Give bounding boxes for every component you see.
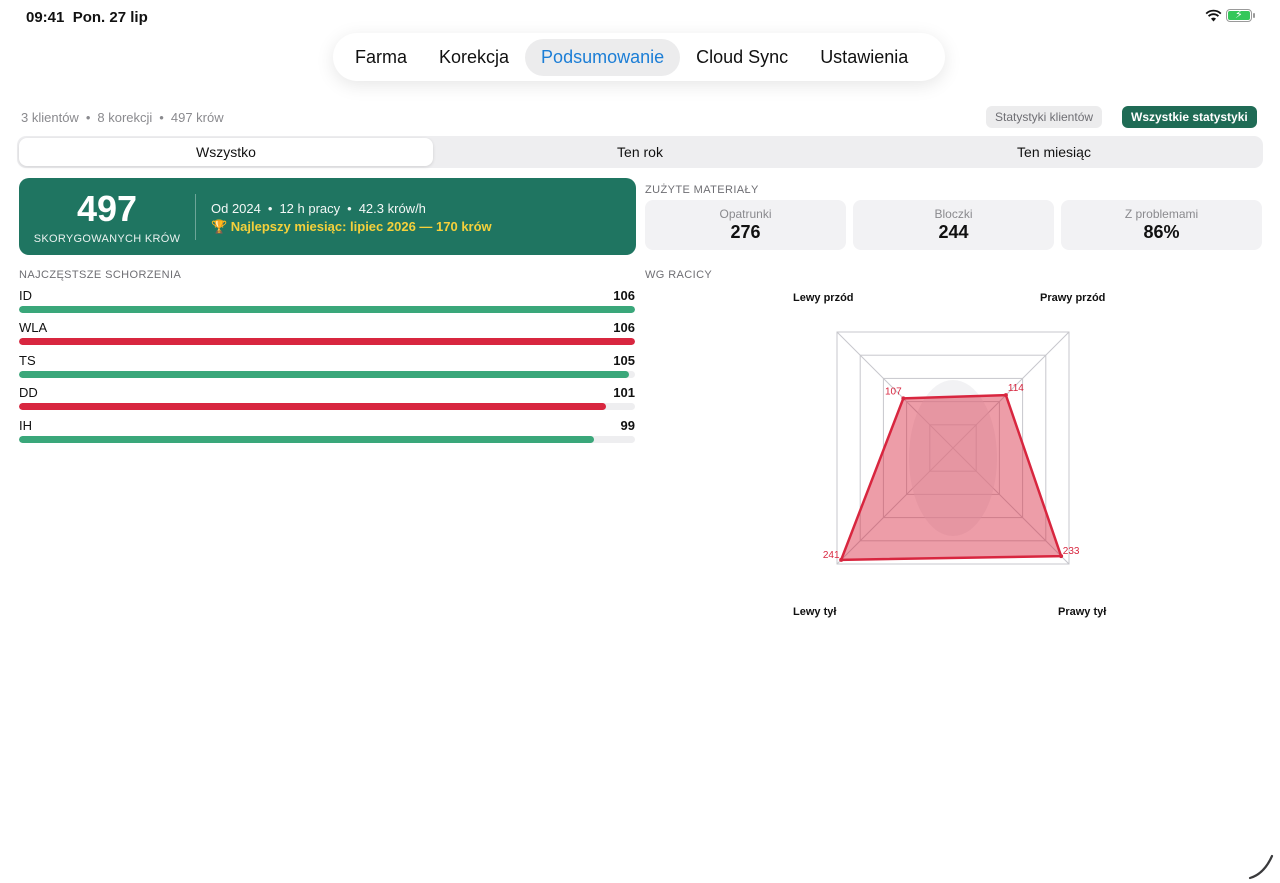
axis-label-rear-right: Prawy tył xyxy=(1058,606,1107,618)
corrected-cows-label: SKORYGOWANYCH KRÓW xyxy=(33,233,181,245)
disease-bar-track xyxy=(19,435,635,443)
hoof-radar-chart: 107 114 233 241 Lewy przód Prawy przód Praw… xyxy=(760,290,1150,630)
hoof-chart-title: WG RACICY xyxy=(645,269,713,281)
summary-counts: 3 klientów • 8 korekcji • 497 krów xyxy=(21,110,224,125)
material-label: Opatrunki xyxy=(719,207,772,221)
materials-title: ZUŻYTE MATERIAŁY xyxy=(645,184,759,196)
disease-row: TS 105 xyxy=(19,353,635,378)
nav-tab[interactable]: Ustawienia xyxy=(804,39,924,76)
disease-bar-fill xyxy=(19,435,595,443)
period-option[interactable]: Ten rok xyxy=(433,138,847,166)
disease-bar-track xyxy=(19,338,635,346)
nav-tab[interactable]: Podsumowanie xyxy=(525,38,681,76)
axis-label-front-right: Prawy przód xyxy=(1040,292,1106,304)
nav-tab[interactable]: Farma xyxy=(339,39,423,76)
axis-label-front-left: Lewy przód xyxy=(793,292,854,304)
status-icons: ⚡ xyxy=(1205,9,1255,22)
radar-series-area xyxy=(839,393,1063,562)
date-text: Pon. 27 lip xyxy=(72,9,148,26)
period-option[interactable]: Ten miesiąc xyxy=(847,138,1261,166)
disease-bar-track xyxy=(19,306,635,313)
disease-count: 99 xyxy=(620,417,635,433)
disease-row: WLA 106 xyxy=(19,320,635,346)
material-label: Bloczki xyxy=(934,207,973,221)
material-value: 244 xyxy=(938,222,969,242)
disease-name: WLA xyxy=(19,320,48,336)
disease-bar-fill xyxy=(19,338,635,346)
diseases-title: NAJCZĘSTSZE SCHORZENIA xyxy=(19,269,182,281)
corrected-cows-count: 497 xyxy=(76,188,138,229)
clock-text: 09:41 xyxy=(26,9,65,26)
disease-bar-track xyxy=(19,403,635,411)
material-card: Bloczki 244 xyxy=(853,200,1054,250)
disease-bar-fill xyxy=(19,306,635,313)
top-navigation: Farma Korekcja Podsumowanie Cloud Sync Ustaw… xyxy=(333,33,945,81)
disease-name: IH xyxy=(19,417,32,433)
radar-value-label: 114 xyxy=(1008,383,1024,394)
period-option[interactable]: Wszystko xyxy=(19,138,433,166)
radar-point xyxy=(839,557,844,562)
separator-dot: • xyxy=(347,201,352,216)
period-segmented-control: Wszystko Ten rok Ten miesiąc xyxy=(17,136,1263,168)
all-stats-button[interactable]: Wszystkie statystyki xyxy=(1122,106,1257,128)
disease-name: ID xyxy=(19,288,32,303)
disease-bar-track xyxy=(19,370,635,378)
separator-dot: • xyxy=(85,110,91,125)
separator-dot: • xyxy=(267,201,273,216)
client-stats-button[interactable]: Statystyki klientów xyxy=(986,106,1103,128)
radar-value-label: 107 xyxy=(885,386,902,397)
nav-tab[interactable]: Cloud Sync xyxy=(680,39,804,76)
disease-name: DD xyxy=(19,385,38,401)
since-year: Od 2024 xyxy=(211,201,261,216)
disease-count: 101 xyxy=(613,385,635,401)
nav-tab[interactable]: Korekcja xyxy=(423,39,525,76)
cows-per-hour: 42.3 krów/h xyxy=(358,201,426,216)
disease-row: DD 101 xyxy=(19,385,635,411)
radar-value-label: 233 xyxy=(1063,546,1080,557)
disease-row: IH 99 xyxy=(19,418,635,443)
disease-name: TS xyxy=(19,352,36,368)
disease-bar-fill xyxy=(19,370,630,378)
wifi-icon xyxy=(1205,9,1222,22)
radar-value-label: 241 xyxy=(823,550,840,561)
disease-bar-fill xyxy=(19,403,606,411)
corrected-cows-card: 497 SKORYGOWANYCH KRÓW Od 2024 • 12 h prac… xyxy=(19,178,636,255)
battery-icon: ⚡ xyxy=(1226,9,1255,22)
disease-count: 106 xyxy=(613,288,635,303)
work-hours: 12 h pracy xyxy=(279,201,341,216)
material-label: Z problemami xyxy=(1124,207,1199,221)
disease-row: ID 106 xyxy=(19,288,635,313)
work-stats: Od 2024 • 12 h pracy • 42.3 krów/h xyxy=(211,201,426,216)
material-value: 276 xyxy=(730,222,761,242)
material-card: Z problemami 86% xyxy=(1061,200,1262,250)
corrections-count: 8 korekcji xyxy=(97,110,153,125)
disease-count: 106 xyxy=(613,320,635,336)
clients-count: 3 klientów xyxy=(21,110,79,125)
radar-point xyxy=(901,396,906,401)
separator-dot: • xyxy=(159,110,164,125)
material-card: Opatrunki 276 xyxy=(645,200,846,250)
radar-svg: 107 114 233 241 xyxy=(823,331,1080,565)
disease-count: 105 xyxy=(613,352,635,368)
status-time: 09:41 Pon. 27 lip xyxy=(26,9,148,26)
best-month: 🏆 Najlepszy miesiąc: lipiec 2026 — 170 k… xyxy=(211,219,492,234)
divider xyxy=(195,194,196,240)
resize-handle-icon[interactable] xyxy=(1248,850,1276,880)
material-value: 86% xyxy=(1143,222,1180,242)
cows-count: 497 krów xyxy=(170,110,224,125)
axis-label-rear-left: Lewy tył xyxy=(793,606,837,618)
